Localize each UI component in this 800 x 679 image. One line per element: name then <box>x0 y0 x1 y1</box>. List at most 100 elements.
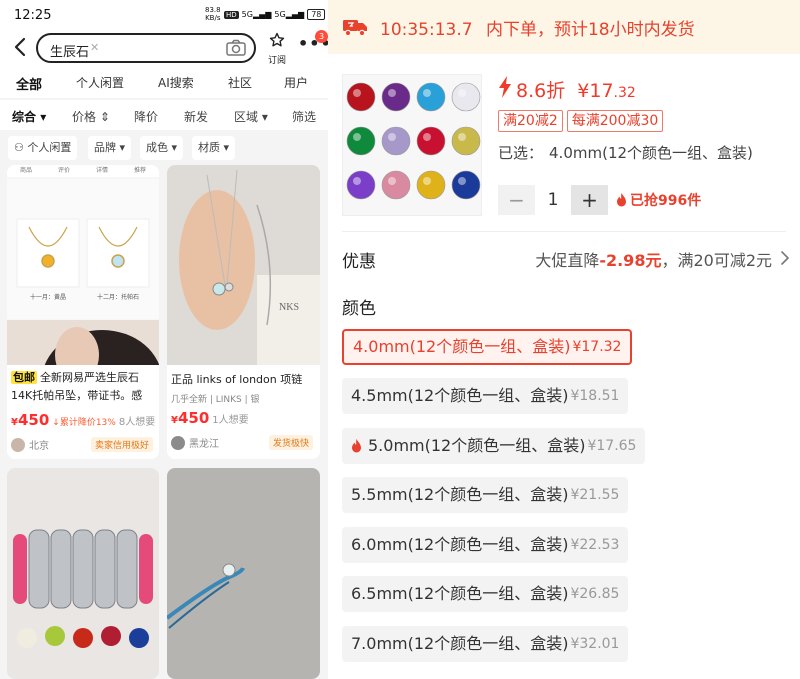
product-price: ¥450 <box>11 411 50 429</box>
search-header: 生辰石 ✕ 订阅 ••• 3 <box>0 30 328 66</box>
status-bar: 12:25 83.8 KB/s HD 5G▂▄▆ 5G▂▄▆ 78 <box>0 0 328 30</box>
signal-icon-2: 5G▂▄▆ <box>274 10 305 19</box>
price-cents: .32 <box>613 85 636 101</box>
chip-condition[interactable]: 成色 ▾ <box>140 136 184 160</box>
svg-text:NKS: NKS <box>279 302 299 313</box>
chip-brand[interactable]: 品牌 ▾ <box>88 136 132 160</box>
gemstone-swatch <box>381 126 411 156</box>
tab-all[interactable]: 全部 <box>16 74 42 96</box>
gemstone-swatch <box>416 170 446 200</box>
variant-option-5-0mm[interactable]: 5.0mm(12个颜色一组、盒装) ¥17.65 <box>342 428 646 464</box>
gemstone-highlight <box>388 133 396 141</box>
gemstone-grid-image <box>346 82 481 200</box>
decrease-button[interactable]: − <box>498 185 535 215</box>
gemstone-swatch <box>381 82 411 112</box>
tab-users[interactable]: 用户 <box>284 74 308 91</box>
gemstone-swatch <box>346 82 376 112</box>
variant-option-4-0mm[interactable]: 4.0mm(12个颜色一组、盒装) ¥17.32 <box>342 329 633 365</box>
variant-option-4-5mm[interactable]: 4.5mm(12个颜色一组、盒装) ¥18.51 <box>342 378 629 414</box>
chevron-right-icon[interactable] <box>780 250 790 266</box>
promo-row[interactable]: 大促直降-2.98元，满20可减2元 <box>535 247 772 271</box>
gemstone-highlight <box>353 177 361 185</box>
search-input[interactable]: 生辰石 ✕ <box>36 33 256 63</box>
gemstone-highlight <box>423 89 431 97</box>
gemstone-highlight <box>458 89 466 97</box>
network-speed: 83.8 KB/s <box>205 6 221 22</box>
gemstone-highlight <box>353 133 361 141</box>
subscribe-button[interactable]: 订阅 <box>266 32 288 66</box>
product-image: NKS <box>167 165 320 365</box>
filter-price-drop[interactable]: 降价 <box>134 108 158 125</box>
gemstone-swatch <box>451 126 481 156</box>
gemstone-swatch <box>346 126 376 156</box>
filter-price[interactable]: 价格 ⇕ <box>72 108 110 125</box>
lightning-icon <box>499 76 511 98</box>
variant-option-6-0mm[interactable]: 6.0mm(12个颜色一组、盒装) ¥22.53 <box>342 527 629 563</box>
wants-count: 1人想要 <box>212 415 249 426</box>
product-image: 商品 评价 详情 推荐 十一月：黄晶 十二月：托帕石 <box>7 165 159 365</box>
seller-row: 北京 <box>11 437 49 452</box>
quantity-value[interactable]: 1 <box>543 190 563 210</box>
price-row: ¥450 ↓累计降价13% 8人想要 <box>11 411 155 429</box>
hd-icon: HD <box>224 10 239 19</box>
clear-icon[interactable]: ✕ <box>90 41 99 54</box>
countdown-timer: 10:35:13.7 <box>380 20 473 40</box>
truck-icon <box>343 20 367 37</box>
tab-personal-idle[interactable]: 个人闲置 <box>76 74 124 91</box>
gemstone-swatch <box>416 82 446 112</box>
increase-button[interactable]: + <box>571 185 608 215</box>
seller-row: 黑龙江 <box>171 435 219 450</box>
notification-badge: 3 <box>315 30 328 43</box>
back-arrow-icon[interactable] <box>10 35 32 59</box>
gemstone-swatch <box>416 126 446 156</box>
search-results-screen: 12:25 83.8 KB/s HD 5G▂▄▆ 5G▂▄▆ 78 生辰石 ✕ … <box>0 0 328 679</box>
product-thumbnail[interactable] <box>342 74 482 216</box>
divider <box>342 231 786 232</box>
product-card[interactable] <box>7 468 159 679</box>
battery-icon: 78 <box>307 9 326 20</box>
tab-community[interactable]: 社区 <box>228 74 252 91</box>
delivery-banner: 10:35:13.7 内下单，预计18小时内发货 <box>328 0 800 54</box>
subscribe-label: 订阅 <box>267 56 286 66</box>
filter-region[interactable]: 区域 ▾ <box>234 108 268 125</box>
filter-new[interactable]: 新发 <box>184 108 208 125</box>
free-shipping-badge: 包邮 <box>11 371 37 384</box>
delivery-promise: 内下单，预计18小时内发货 <box>485 20 695 40</box>
gemstone-highlight <box>388 177 396 185</box>
quick-filter-chips: ⚇ 个人闲置 品牌 ▾ 成色 ▾ 材质 ▾ <box>0 134 328 162</box>
variant-option-7-0mm[interactable]: 7.0mm(12个颜色一组、盒装) ¥32.01 <box>342 626 629 662</box>
user-icon: ⚇ <box>14 141 24 154</box>
fast-shipping-badge: 发货极快 <box>269 435 314 450</box>
tab-ai-search[interactable]: AI搜索 <box>158 74 194 91</box>
product-card[interactable]: 商品 评价 详情 推荐 十一月：黄晶 十二月：托帕石 包邮 全新网易严选生辰石14K托帕… <box>7 165 159 459</box>
product-card[interactable]: NKS 正品 links of london 项链 几乎全新 | LINKS |… <box>167 165 320 459</box>
coupon-list: 满20减2 每满200减30 <box>498 110 664 132</box>
color-section-label: 颜色 <box>342 299 376 319</box>
chip-material[interactable]: 材质 ▾ <box>192 136 236 160</box>
coupon-tag[interactable]: 每满200减30 <box>566 110 664 132</box>
variant-option-5-5mm[interactable]: 5.5mm(12个颜色一组、盒装) ¥21.55 <box>342 477 629 513</box>
filter-more[interactable]: 筛选 <box>292 108 316 125</box>
price-drop-label: ↓累计降价13% <box>52 418 116 428</box>
gemstone-highlight <box>458 177 466 185</box>
discount-label: 8.6折 <box>516 80 566 102</box>
chip-personal-idle[interactable]: ⚇ 个人闲置 <box>8 136 78 160</box>
gemstone-swatch <box>346 170 376 200</box>
product-price: ¥450 <box>171 409 210 427</box>
camera-icon[interactable] <box>226 39 246 57</box>
product-card[interactable] <box>167 468 320 679</box>
product-subtitle: 几乎全新 | LINKS | 银 <box>171 395 260 405</box>
gemstone-highlight <box>423 177 431 185</box>
sort-filter-bar: 综合 ▾ 价格 ⇕ 降价 新发 区域 ▾ 筛选 <box>0 100 328 130</box>
category-tabs: 全部 个人闲置 AI搜索 社区 用户 <box>0 66 328 98</box>
price-row: ¥450 1人想要 <box>171 409 249 427</box>
avatar <box>171 435 185 450</box>
fire-icon <box>617 193 626 207</box>
coupon-tag[interactable]: 满20减2 <box>498 110 563 132</box>
gemstone-swatch <box>451 82 481 112</box>
selected-variant: 已选： 4.0mm(12个颜色一组、盒装) <box>498 144 753 162</box>
gemstone-highlight <box>458 133 466 141</box>
more-button[interactable]: ••• 3 <box>298 30 328 58</box>
filter-default[interactable]: 综合 ▾ <box>12 108 46 125</box>
variant-option-6-5mm[interactable]: 6.5mm(12个颜色一组、盒装) ¥26.85 <box>342 576 629 612</box>
